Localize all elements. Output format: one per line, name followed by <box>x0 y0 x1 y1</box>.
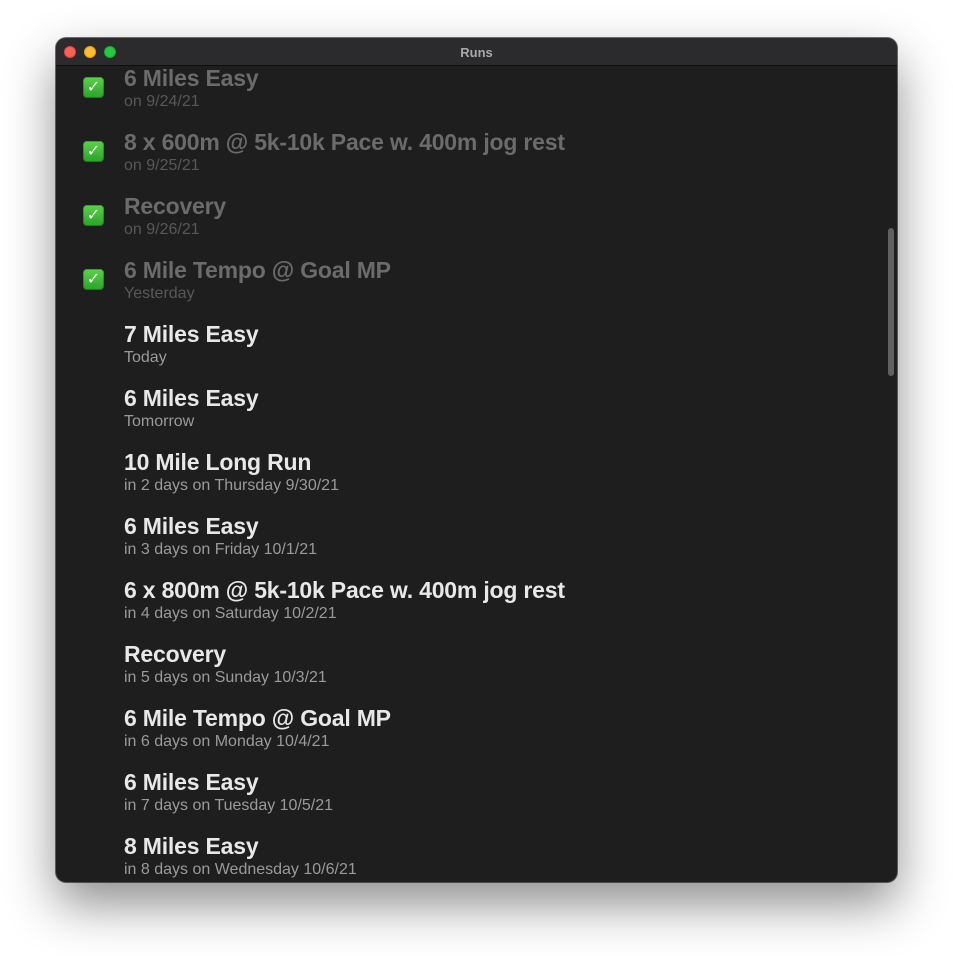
run-date: in 3 days on Friday 10/1/21 <box>124 541 318 558</box>
run-title: 8 Miles Easy <box>124 833 259 859</box>
run-list-item[interactable]: 8 Miles Easy in 8 days on Wednesday 10/6/… <box>56 824 886 882</box>
run-list-item[interactable]: 7 Miles Easy Today <box>56 312 886 376</box>
run-title: Recovery <box>124 641 226 667</box>
run-title: 6 Miles Easy <box>124 513 259 539</box>
runs-list[interactable]: ✓ 6 Miles Easy on 9/24/21 ✓ 8 x 600m @ 5k-10… <box>56 66 897 882</box>
run-date: in 7 days on Tuesday 10/5/21 <box>124 797 334 814</box>
run-list-item[interactable]: Recovery in 5 days on Sunday 10/3/21 <box>56 632 886 696</box>
run-list-item[interactable]: 6 Miles Easy Tomorrow <box>56 376 886 440</box>
run-title: Recovery <box>124 193 226 219</box>
run-list-item[interactable]: 10 Mile Long Run in 2 days on Thursday 9/… <box>56 440 886 504</box>
run-list-item[interactable]: 6 Miles Easy in 3 days on Friday 10/1/21 <box>56 504 886 568</box>
run-title: 7 Miles Easy <box>124 321 259 347</box>
run-list-item[interactable]: 6 Mile Tempo @ Goal MP in 6 days on Monda… <box>56 696 886 760</box>
run-date: on 9/24/21 <box>124 93 200 110</box>
checkmark-icon: ✓ <box>83 269 104 290</box>
run-date: Tomorrow <box>124 413 195 430</box>
run-list-item[interactable]: ✓ 6 Mile Tempo @ Goal MP Yesterday <box>56 248 886 312</box>
run-list-item[interactable]: 6 Miles Easy in 7 days on Tuesday 10/5/21 <box>56 760 886 824</box>
run-list-item[interactable]: ✓ 6 Miles Easy on 9/24/21 <box>56 66 886 120</box>
run-date: in 5 days on Sunday 10/3/21 <box>124 669 327 686</box>
run-date: Yesterday <box>124 285 195 302</box>
run-date: on 9/25/21 <box>124 157 200 174</box>
title-bar[interactable]: Runs <box>56 38 897 66</box>
run-date: Today <box>124 349 167 366</box>
run-date: in 8 days on Wednesday 10/6/21 <box>124 861 357 878</box>
run-list-item[interactable]: 6 x 800m @ 5k-10k Pace w. 400m jog rest i… <box>56 568 886 632</box>
window-title: Runs <box>460 45 493 60</box>
vertical-scrollbar[interactable] <box>888 228 894 376</box>
run-title: 10 Mile Long Run <box>124 449 312 475</box>
runs-window: Runs ✓ 6 Miles Easy on 9/24/21 ✓ 8 x 600m @ … <box>56 38 897 882</box>
checkmark-icon: ✓ <box>83 141 104 162</box>
checkmark-icon: ✓ <box>83 77 104 98</box>
run-title: 6 Mile Tempo @ Goal MP <box>124 257 391 283</box>
run-date: in 4 days on Saturday 10/2/21 <box>124 605 337 622</box>
run-title: 6 Miles Easy <box>124 66 259 91</box>
run-title: 6 x 800m @ 5k-10k Pace w. 400m jog rest <box>124 577 565 603</box>
run-date: in 6 days on Monday 10/4/21 <box>124 733 330 750</box>
run-date: on 9/26/21 <box>124 221 200 238</box>
run-title: 6 Miles Easy <box>124 769 259 795</box>
run-list-item[interactable]: ✓ 8 x 600m @ 5k-10k Pace w. 400m jog rest… <box>56 120 886 184</box>
run-title: 8 x 600m @ 5k-10k Pace w. 400m jog rest <box>124 129 565 155</box>
run-title: 6 Mile Tempo @ Goal MP <box>124 705 391 731</box>
run-title: 6 Miles Easy <box>124 385 259 411</box>
checkmark-icon: ✓ <box>83 205 104 226</box>
run-list-item[interactable]: ✓ Recovery on 9/26/21 <box>56 184 886 248</box>
run-date: in 2 days on Thursday 9/30/21 <box>124 477 339 494</box>
